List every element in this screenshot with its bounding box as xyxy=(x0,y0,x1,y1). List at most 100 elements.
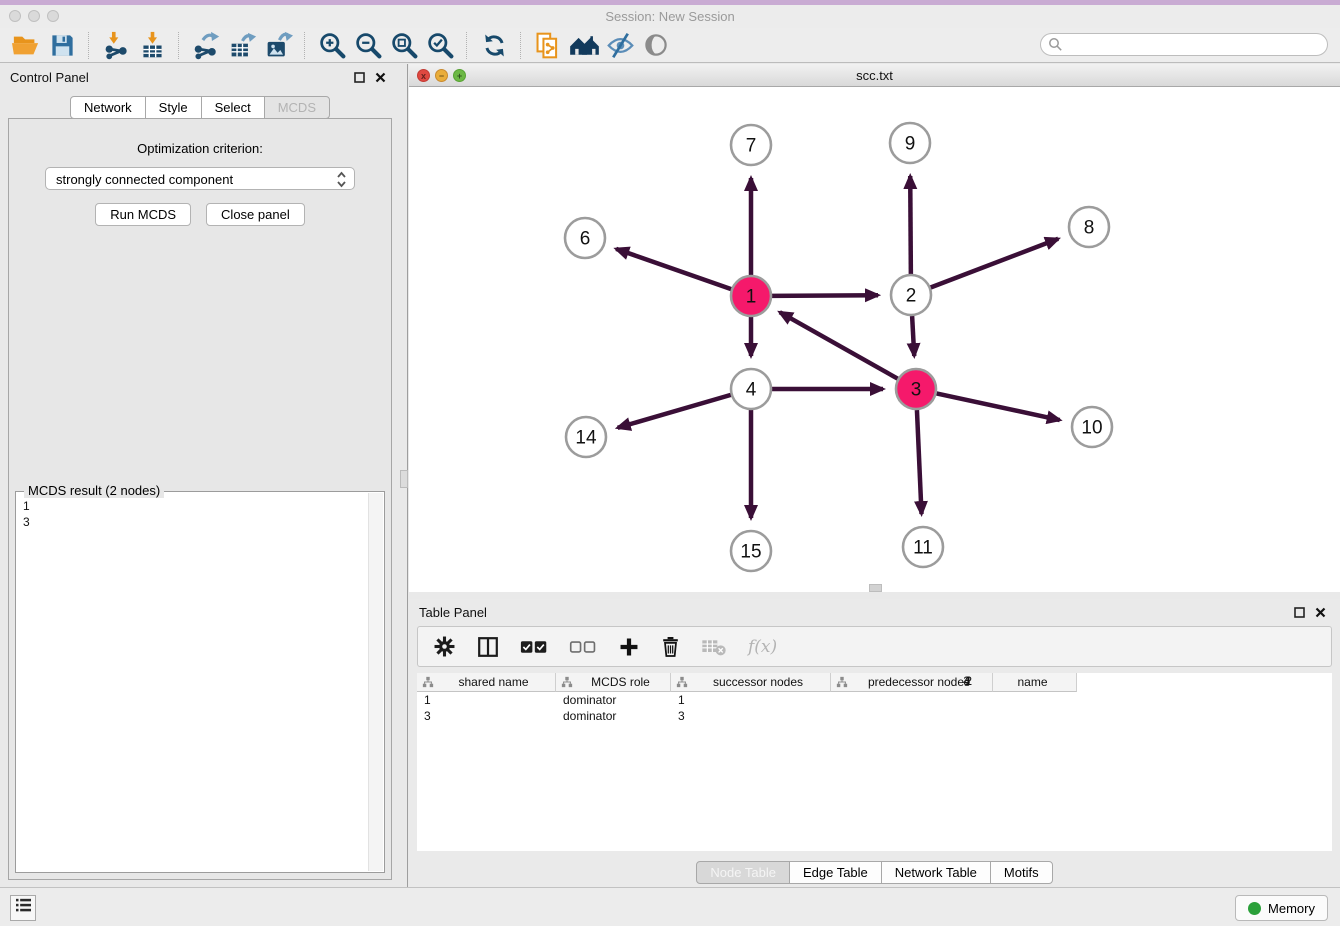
graph-edge-1-2[interactable] xyxy=(772,295,878,296)
show-network-icon[interactable] xyxy=(638,30,674,61)
graph-edge-3-11[interactable] xyxy=(917,410,922,514)
save-session-icon[interactable] xyxy=(44,30,80,61)
refresh-icon[interactable] xyxy=(476,30,512,61)
column-header-mcds-role[interactable]: MCDS role xyxy=(556,673,671,692)
tab-node-table[interactable]: Node Table xyxy=(696,861,790,884)
main-area: Control Panel NetworkStyleSelectMCDS Opt… xyxy=(0,64,1340,887)
graph-node-11[interactable]: 11 xyxy=(903,527,943,567)
zoom-selected-icon[interactable] xyxy=(422,30,458,61)
search-input[interactable] xyxy=(1040,33,1328,56)
graph-node-14[interactable]: 14 xyxy=(566,417,606,457)
duplicate-network-icon[interactable] xyxy=(530,30,566,61)
table-cell[interactable]: dominator xyxy=(556,708,671,724)
column-header-name[interactable]: name xyxy=(993,673,1077,692)
close-panel-icon[interactable] xyxy=(375,72,386,83)
graph-node-3-selected[interactable]: 3 xyxy=(896,369,936,409)
graph-node-10[interactable]: 10 xyxy=(1072,407,1112,447)
graph-node-15[interactable]: 15 xyxy=(731,531,771,571)
close-panel-button[interactable]: Close panel xyxy=(206,203,305,226)
column-header-shared-name[interactable]: shared name xyxy=(417,673,556,692)
graph-edge-2-9[interactable] xyxy=(910,176,911,274)
table-cell[interactable]: 1 xyxy=(671,692,755,708)
table-cell[interactable]: 3 xyxy=(671,708,755,724)
optimization-criterion-select[interactable]: strongly connected component xyxy=(45,167,355,190)
deselect-all-icon[interactable] xyxy=(569,638,597,656)
svg-text:8: 8 xyxy=(1084,218,1095,239)
memory-label: Memory xyxy=(1268,901,1315,916)
zoom-out-icon[interactable] xyxy=(350,30,386,61)
import-table-icon[interactable] xyxy=(134,30,170,61)
network-view-titlebar: x − + scc.txt xyxy=(409,64,1340,87)
mcds-result-scrollbar[interactable] xyxy=(368,493,383,871)
table-cell[interactable]: 2 xyxy=(826,673,988,851)
tab-network[interactable]: Network xyxy=(70,96,146,119)
open-file-icon[interactable] xyxy=(8,30,44,61)
tab-select[interactable]: Select xyxy=(201,96,265,119)
network-graph[interactable]: 7 9 6 8 1 2 4 3 14 10 15 11 xyxy=(409,87,1340,592)
vertical-splitter[interactable] xyxy=(400,64,408,887)
graph-edge-3-1[interactable] xyxy=(780,312,898,378)
graph-edge-4-14[interactable] xyxy=(618,395,731,428)
graph-node-7[interactable]: 7 xyxy=(731,125,771,165)
control-panel-buttons xyxy=(354,72,386,83)
graph-edge-2-8[interactable] xyxy=(931,239,1059,288)
toolbar-separator xyxy=(88,32,90,59)
list-icon xyxy=(15,898,32,918)
svg-text:7: 7 xyxy=(746,136,757,157)
import-network-icon[interactable] xyxy=(98,30,134,61)
graph-node-9[interactable]: 9 xyxy=(890,123,930,163)
graph-edge-3-10[interactable] xyxy=(937,393,1060,420)
mcds-result-list: 13 xyxy=(16,495,369,871)
table-panel: Table Panel f(x) shared nameMCDS rolesuc… xyxy=(409,599,1340,887)
export-table-icon[interactable] xyxy=(224,30,260,61)
graph-node-8[interactable]: 8 xyxy=(1069,207,1109,247)
memory-button[interactable]: Memory xyxy=(1235,895,1328,921)
graph-node-1-selected[interactable]: 1 xyxy=(731,276,771,316)
svg-text:14: 14 xyxy=(575,428,597,449)
session-home-icon[interactable] xyxy=(566,30,602,61)
add-row-icon[interactable] xyxy=(618,636,640,658)
graph-node-6[interactable]: 6 xyxy=(565,218,605,258)
tab-motifs[interactable]: Motifs xyxy=(990,861,1053,884)
run-mcds-button[interactable]: Run MCDS xyxy=(95,203,191,226)
svg-text:2: 2 xyxy=(906,286,917,307)
float-panel-icon[interactable] xyxy=(1294,607,1305,618)
table-cell[interactable]: 3 xyxy=(417,708,556,724)
column-header-label: name xyxy=(993,675,1076,689)
task-history-button[interactable] xyxy=(10,895,36,921)
horizontal-splitter[interactable] xyxy=(409,592,1340,599)
tab-mcds[interactable]: MCDS xyxy=(264,96,330,119)
table-cell[interactable]: dominator xyxy=(556,692,671,708)
select-all-icon[interactable] xyxy=(520,638,548,656)
table-panel-title: Table Panel xyxy=(419,605,487,620)
graph-node-2[interactable]: 2 xyxy=(891,275,931,315)
zoom-fit-icon[interactable] xyxy=(386,30,422,61)
tab-edge-table[interactable]: Edge Table xyxy=(789,861,882,884)
delete-row-icon[interactable] xyxy=(661,635,680,658)
network-view-window: x − + scc.txt 7 9 6 8 1 2 4 3 14 10 15 11 xyxy=(409,64,1340,592)
table-row[interactable]: 3dominator323 xyxy=(417,708,1332,724)
export-network-icon[interactable] xyxy=(188,30,224,61)
graph-edge-2-3[interactable] xyxy=(912,316,914,356)
mcds-button-row: Run MCDS Close panel xyxy=(9,203,391,226)
vertical-splitter-grabber[interactable] xyxy=(400,470,408,488)
svg-text:9: 9 xyxy=(905,134,916,155)
graph-edge-1-6[interactable] xyxy=(616,249,731,289)
column-header-successor-nodes[interactable]: successor nodes xyxy=(671,673,831,692)
close-panel-icon[interactable] xyxy=(1315,607,1326,618)
svg-text:11: 11 xyxy=(913,538,933,559)
tab-network-table[interactable]: Network Table xyxy=(881,861,991,884)
float-panel-icon[interactable] xyxy=(354,72,365,83)
column-type-icon xyxy=(561,676,573,688)
tab-style[interactable]: Style xyxy=(145,96,202,119)
toolbar-separator xyxy=(304,32,306,59)
network-canvas[interactable]: 7 9 6 8 1 2 4 3 14 10 15 11 xyxy=(409,87,1340,592)
zoom-in-icon[interactable] xyxy=(314,30,350,61)
graph-node-4[interactable]: 4 xyxy=(731,369,771,409)
export-image-icon[interactable] xyxy=(260,30,296,61)
gear-icon[interactable] xyxy=(433,635,456,658)
hide-network-icon[interactable] xyxy=(602,30,638,61)
table-cell[interactable]: 1 xyxy=(417,692,556,708)
columns-icon[interactable] xyxy=(477,636,499,658)
canvas-resize-grabber[interactable] xyxy=(869,584,882,592)
